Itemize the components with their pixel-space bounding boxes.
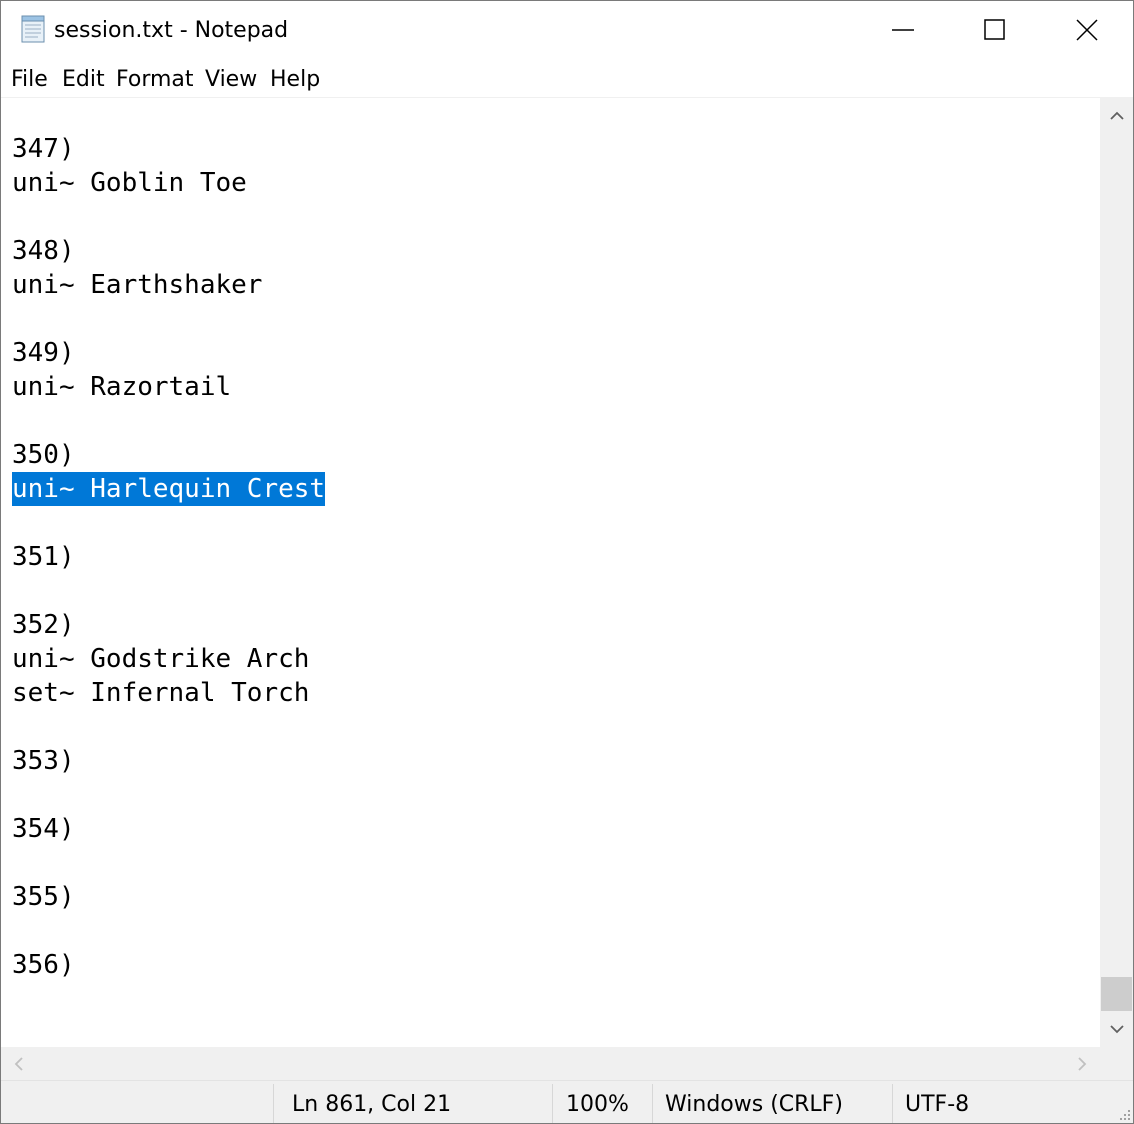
text-line: 349) <box>12 338 75 368</box>
text-line: 353) <box>12 746 75 776</box>
status-bar: Ln 861, Col 21 100% Windows (CRLF) UTF-8 <box>1 1080 1133 1123</box>
minimize-icon <box>892 29 914 31</box>
title-bar[interactable]: session.txt - Notepad <box>1 1 1133 61</box>
menu-help[interactable]: Help <box>270 65 320 95</box>
scrollbar-corner <box>1100 1047 1133 1080</box>
menu-bar: File Edit Format View Help <box>1 61 1133 98</box>
menu-format[interactable]: Format <box>116 65 194 95</box>
text-line: set~ Infernal Torch <box>12 678 310 708</box>
chevron-up-icon <box>1109 111 1124 120</box>
vertical-scrollbar[interactable] <box>1100 98 1133 1047</box>
text-line: 356) <box>12 950 75 980</box>
text-line: 355) <box>12 882 75 912</box>
status-separator <box>552 1084 553 1123</box>
text-line: 348) <box>12 236 75 266</box>
close-button[interactable] <box>1041 1 1133 59</box>
minimize-button[interactable] <box>857 1 949 59</box>
text-line: uni~ Godstrike Arch <box>12 644 310 674</box>
resize-grip-icon[interactable] <box>1117 1108 1131 1122</box>
chevron-down-icon <box>1109 1025 1124 1034</box>
horizontal-scrollbar[interactable] <box>1 1047 1100 1080</box>
text-editor[interactable]: 347) uni~ Goblin Toe 348) uni~ Earthshak… <box>1 98 1100 1047</box>
notepad-window: session.txt - Notepad File Edit Format V… <box>0 0 1134 1124</box>
text-line: uni~ Razortail <box>12 372 232 402</box>
maximize-button[interactable] <box>949 1 1041 59</box>
close-icon <box>1076 19 1098 41</box>
vertical-scroll-thumb[interactable] <box>1101 977 1132 1011</box>
chevron-right-icon <box>1078 1056 1087 1071</box>
cursor-position: Ln 861, Col 21 <box>292 1092 452 1117</box>
status-separator <box>273 1084 274 1123</box>
status-separator <box>892 1084 893 1123</box>
maximize-icon <box>984 19 1005 40</box>
scroll-right-button[interactable] <box>1064 1047 1100 1080</box>
scroll-down-button[interactable] <box>1100 1011 1133 1047</box>
text-line: 351) <box>12 542 75 572</box>
zoom-level: 100% <box>566 1092 629 1117</box>
encoding: UTF-8 <box>905 1092 970 1117</box>
window-title: session.txt - Notepad <box>54 18 289 43</box>
scroll-up-button[interactable] <box>1100 98 1133 134</box>
menu-view[interactable]: View <box>205 65 257 95</box>
text-line: 354) <box>12 814 75 844</box>
text-line: 350) <box>12 440 75 470</box>
menu-file[interactable]: File <box>11 65 48 95</box>
selected-text-line: uni~ Harlequin Crest <box>12 472 326 506</box>
notepad-icon <box>21 15 45 43</box>
text-line: 352) <box>12 610 75 640</box>
line-ending: Windows (CRLF) <box>665 1092 843 1117</box>
status-separator <box>652 1084 653 1123</box>
scroll-left-button[interactable] <box>1 1047 37 1080</box>
text-line: uni~ Earthshaker <box>12 270 263 300</box>
chevron-left-icon <box>14 1056 23 1071</box>
text-line: uni~ Goblin Toe <box>12 168 247 198</box>
menu-edit[interactable]: Edit <box>62 65 105 95</box>
text-line: 347) <box>12 134 75 164</box>
